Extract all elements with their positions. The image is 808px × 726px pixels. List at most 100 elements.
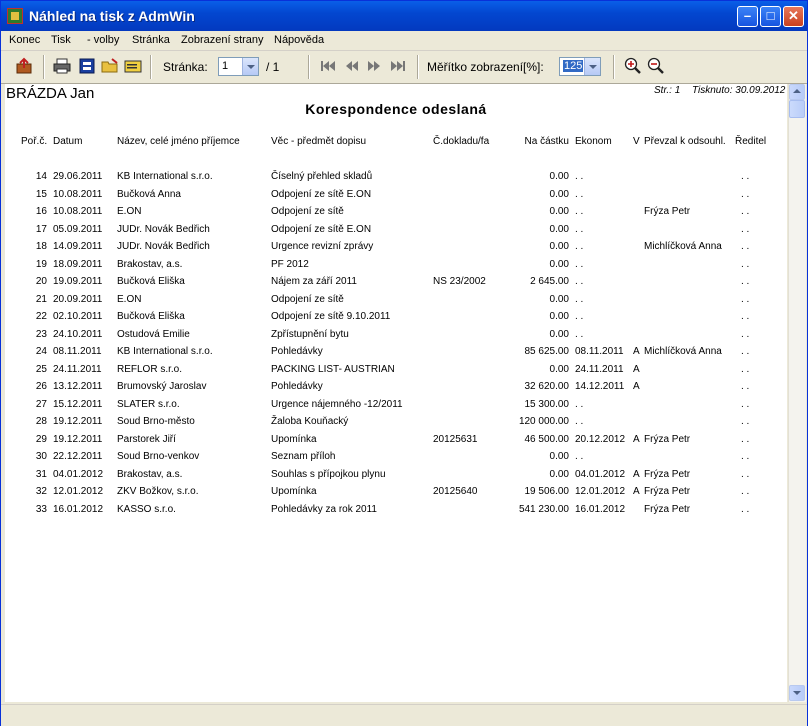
cell-date: 08.11.2011 (53, 346, 102, 357)
title-bar[interactable]: Náhled na tisk z AdmWin – □ ✕ (1, 1, 807, 31)
menu-tisk[interactable]: Tisk (51, 34, 71, 46)
cell-date: 19.09.2011 (53, 276, 103, 287)
cell-recipient: Bučková Anna (117, 188, 181, 200)
cell-recipient: REFLOR s.r.o. (117, 363, 183, 375)
cell-received: Michlíčková Anna (644, 241, 722, 252)
cell-subject: Seznam příloh (271, 451, 336, 462)
menu-stranka[interactable]: Stránka (132, 34, 170, 46)
next-page-icon[interactable] (365, 57, 383, 75)
cell-date: 13.12.2011 (53, 381, 103, 392)
page-setup-icon[interactable] (124, 57, 142, 75)
scroll-down-button[interactable] (789, 685, 805, 701)
cell-economist: . . (575, 223, 584, 235)
zoom-select-value: 125 (563, 60, 584, 72)
scroll-up-button[interactable] (789, 84, 805, 100)
zoom-in-icon[interactable] (624, 57, 642, 75)
cell-recipient: E.ON (117, 293, 142, 305)
cell-recipient: Bučková Eliška (117, 311, 185, 322)
cell-director: . . (741, 468, 750, 480)
maximize-button[interactable]: □ (760, 6, 781, 27)
cell-number: 15 (35, 188, 47, 200)
cell-recipient: Brumovský Jaroslav (117, 381, 207, 392)
cell-economist: 16.01.2012 (575, 503, 626, 515)
cell-date: 14.09.2011 (53, 241, 103, 252)
cell-director: . . (741, 346, 750, 357)
cell-subject: Číselný přehled skladů (271, 171, 373, 182)
cell-economist: 14.12.2011 (575, 381, 625, 392)
page-info: Str.: 1 (654, 85, 681, 96)
cell-recipient: SLATER s.r.o. (117, 398, 180, 410)
printer-icon[interactable] (53, 57, 71, 75)
menu-napoveda[interactable]: Nápověda (274, 34, 324, 46)
scroll-thumb[interactable] (789, 100, 805, 118)
last-page-icon[interactable] (389, 57, 407, 75)
menu-zobrazeni-strany[interactable]: Zobrazení strany (181, 34, 264, 46)
open-folder-icon[interactable] (101, 57, 119, 75)
exit-icon[interactable] (15, 57, 33, 75)
first-page-icon[interactable] (319, 57, 337, 75)
cell-amount: 0.00 (549, 206, 569, 217)
cell-amount: 0.00 (549, 171, 569, 182)
col-header-recipient: Název, celé jméno příjemce (117, 136, 240, 147)
cell-recipient: Parstorek Jiří (117, 433, 176, 445)
menu-volby[interactable]: - volby (87, 34, 119, 46)
cell-number: 32 (35, 486, 47, 497)
cell-recipient: KB International s.r.o. (117, 171, 213, 182)
cell-number: 14 (35, 171, 47, 182)
cell-amount: 0.00 (549, 241, 569, 252)
cell-amount: 541 230.00 (518, 503, 569, 515)
cell-number: 24 (35, 346, 47, 357)
cell-amount: 0.00 (549, 451, 569, 462)
cell-date: 24.11.2011 (53, 363, 102, 375)
cell-amount: 2 645.00 (530, 276, 569, 287)
cell-number: 27 (35, 398, 47, 410)
cell-recipient: Ostudová Emilie (117, 328, 190, 340)
cell-director: . . (741, 451, 750, 462)
minimize-button[interactable]: – (737, 6, 758, 27)
cell-subject: Upomínka (271, 486, 317, 497)
col-header-subject: Věc - předmět dopisu (271, 136, 367, 147)
zoom-out-icon[interactable] (647, 57, 665, 75)
cell-v: A (633, 381, 640, 392)
cell-director: . . (741, 293, 750, 305)
cell-subject: Odpojení ze sítě E.ON (271, 223, 372, 235)
chevron-down-icon[interactable] (242, 58, 258, 75)
cell-received: Frýza Petr (644, 433, 691, 445)
cell-number: 17 (35, 223, 47, 235)
print-setup-icon[interactable] (78, 57, 96, 75)
col-header-v: V (633, 136, 640, 147)
cell-recipient: Bučková Eliška (117, 276, 185, 287)
cell-director: . . (741, 381, 750, 392)
previous-page-icon[interactable] (343, 57, 361, 75)
cell-date: 16.01.2012 (53, 503, 104, 515)
close-button[interactable]: ✕ (783, 6, 804, 27)
cell-date: 10.08.2011 (53, 188, 103, 200)
cell-amount: 0.00 (549, 258, 569, 270)
cell-economist: . . (575, 416, 584, 427)
cell-director: . . (741, 171, 750, 182)
cell-economist: 12.01.2012 (575, 486, 626, 497)
cell-director: . . (741, 311, 750, 322)
cell-number: 31 (35, 468, 47, 480)
zoom-select[interactable]: 125 (559, 57, 601, 76)
cell-amount: 0.00 (549, 188, 569, 200)
cell-received: Frýza Petr (644, 503, 691, 515)
cell-subject: Nájem za září 2011 (271, 276, 357, 287)
cell-date: 12.01.2012 (53, 486, 104, 497)
cell-director: . . (741, 241, 750, 252)
page-select[interactable]: 1 (218, 57, 259, 76)
cell-director: . . (741, 433, 750, 445)
cell-date: 05.09.2011 (53, 223, 103, 235)
cell-date: 19.12.2011 (53, 433, 103, 445)
cell-subject: Odpojení ze sítě E.ON (271, 188, 372, 200)
menu-konec[interactable]: Konec (9, 34, 40, 46)
chevron-down-icon[interactable] (584, 58, 600, 75)
zoom-value: 125 (563, 60, 584, 72)
cell-recipient: Brakostav, a.s. (117, 468, 183, 480)
col-header-date: Datum (53, 136, 83, 147)
vertical-scrollbar[interactable] (788, 84, 806, 702)
cell-amount: 85 625.00 (524, 346, 570, 357)
zoom-label: Měřítko zobrazení[%]: (427, 60, 544, 74)
status-bar (1, 704, 807, 726)
cell-number: 16 (35, 206, 47, 217)
